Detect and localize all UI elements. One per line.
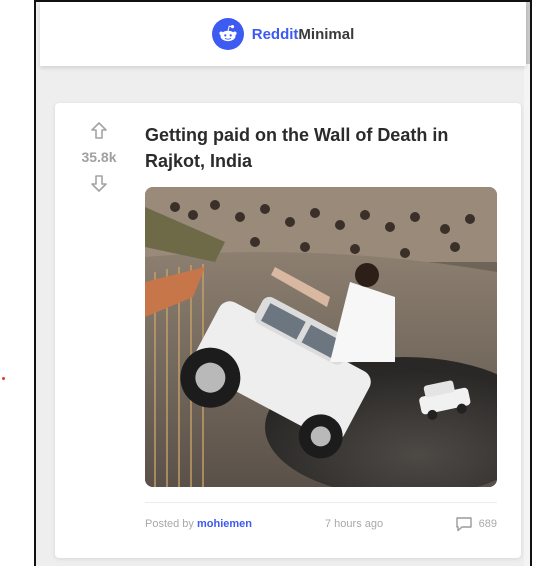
post-image[interactable] [145,187,497,487]
post-time: 7 hours ago [325,518,384,530]
comment-count: 689 [478,518,497,530]
reddit-alien-icon[interactable] [211,18,244,50]
vote-column: 35.8k [73,121,125,193]
app-window: RedditMinimal 35.8k Getting paid on the … [34,0,532,566]
brand-name[interactable]: RedditMinimal [252,26,355,43]
posted-by: Posted by mohiemen [145,518,252,530]
posted-by-label: Posted by [145,518,194,530]
vote-score: 35.8k [81,149,117,165]
comment-icon [455,517,472,532]
brand-name-part2: Minimal [298,25,355,43]
author-link[interactable]: mohiemen [197,518,252,530]
arrow-up-icon[interactable] [89,121,109,141]
post-title[interactable]: Getting paid on the Wall of Death in Raj… [145,122,485,174]
scrollbar[interactable] [524,2,530,566]
stray-dot [2,377,5,380]
post-card: 35.8k Getting paid on the Wall of Death … [55,103,521,558]
header: RedditMinimal [40,2,526,66]
brand-name-part1: Reddit [251,25,299,43]
arrow-down-icon[interactable] [89,173,109,193]
post-footer: Posted by mohiemen 7 hours ago 689 [145,516,497,534]
footer-divider [145,502,497,503]
comments-button[interactable]: 689 [455,516,497,532]
